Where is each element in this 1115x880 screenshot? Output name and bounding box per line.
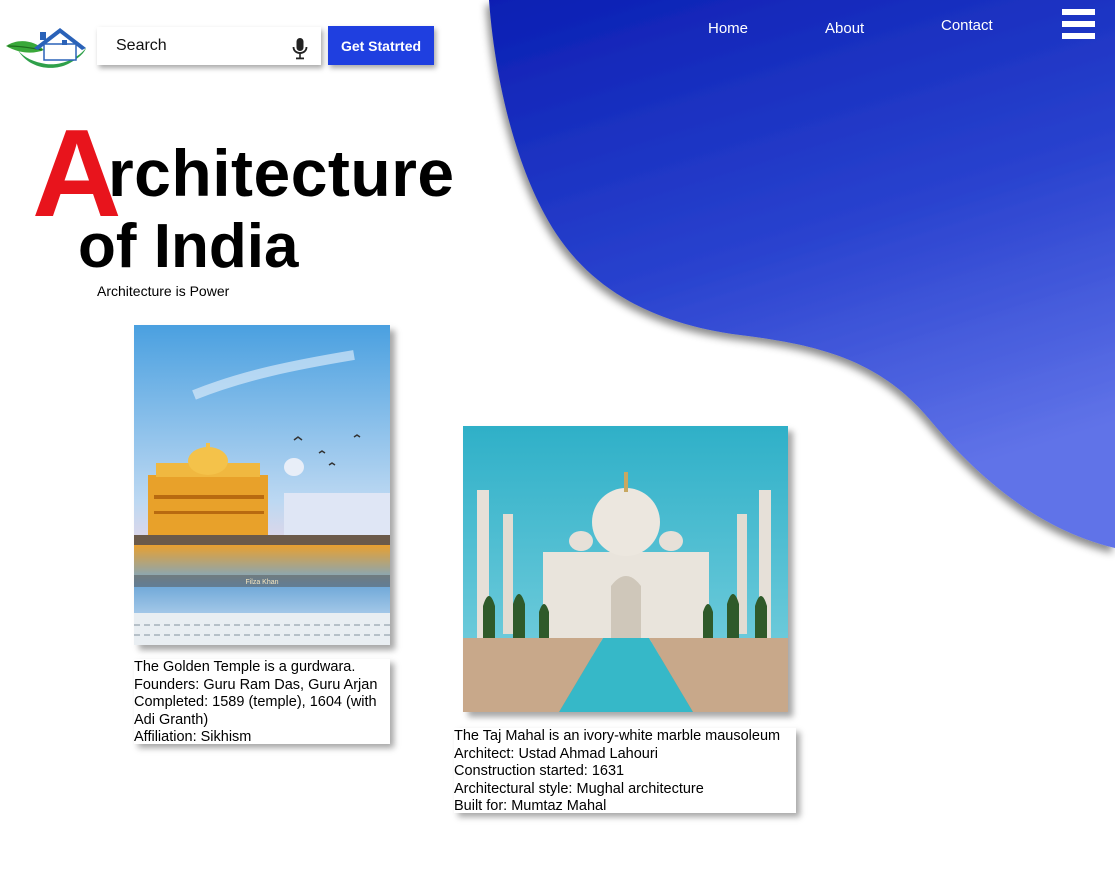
caption-line: Affiliation: Sikhism xyxy=(134,729,252,745)
caption-line: Architect: Ustad Ahmad Lahouri xyxy=(454,745,658,762)
caption-line: The Taj Mahal is an ivory-white marble m… xyxy=(454,728,781,744)
nav-contact[interactable]: Contact xyxy=(941,17,993,34)
caption-line: Construction started: 1631 xyxy=(454,763,625,779)
taj-mahal-photo xyxy=(463,426,788,712)
page-title: rchitecture xyxy=(108,136,455,210)
house-leaf-logo-icon[interactable] xyxy=(4,24,90,72)
caption-line: The Golden Temple is a gurdwara. xyxy=(134,659,356,675)
tagline: Architecture is Power xyxy=(97,283,230,299)
caption-line: Founders: Guru Ram Das, Guru Arjan xyxy=(134,676,378,693)
golden-temple-photo: Filza Khan xyxy=(134,325,390,645)
page-title-line2: of India xyxy=(78,212,299,281)
get-started-button[interactable]: Get Statrted xyxy=(328,26,434,65)
search-bar xyxy=(97,27,321,65)
caption-line: Architectural style: Mughal architecture xyxy=(454,780,704,797)
caption-line: Completed: 1589 (temple), 1604 (with Adi… xyxy=(134,694,377,728)
photo-watermark: Filza Khan xyxy=(245,579,278,586)
golden-temple-caption: The Golden Temple is a gurdwara. Founder… xyxy=(134,659,390,745)
mic-icon[interactable] xyxy=(292,38,308,60)
search-input[interactable] xyxy=(97,27,296,65)
caption-line: Built for: Mumtaz Mahal xyxy=(454,798,607,814)
nav-about[interactable]: About xyxy=(825,20,864,37)
nav-home[interactable]: Home xyxy=(708,20,748,37)
hamburger-menu-icon[interactable] xyxy=(1062,9,1095,39)
taj-mahal-caption: The Taj Mahal is an ivory-white marble m… xyxy=(454,728,796,814)
